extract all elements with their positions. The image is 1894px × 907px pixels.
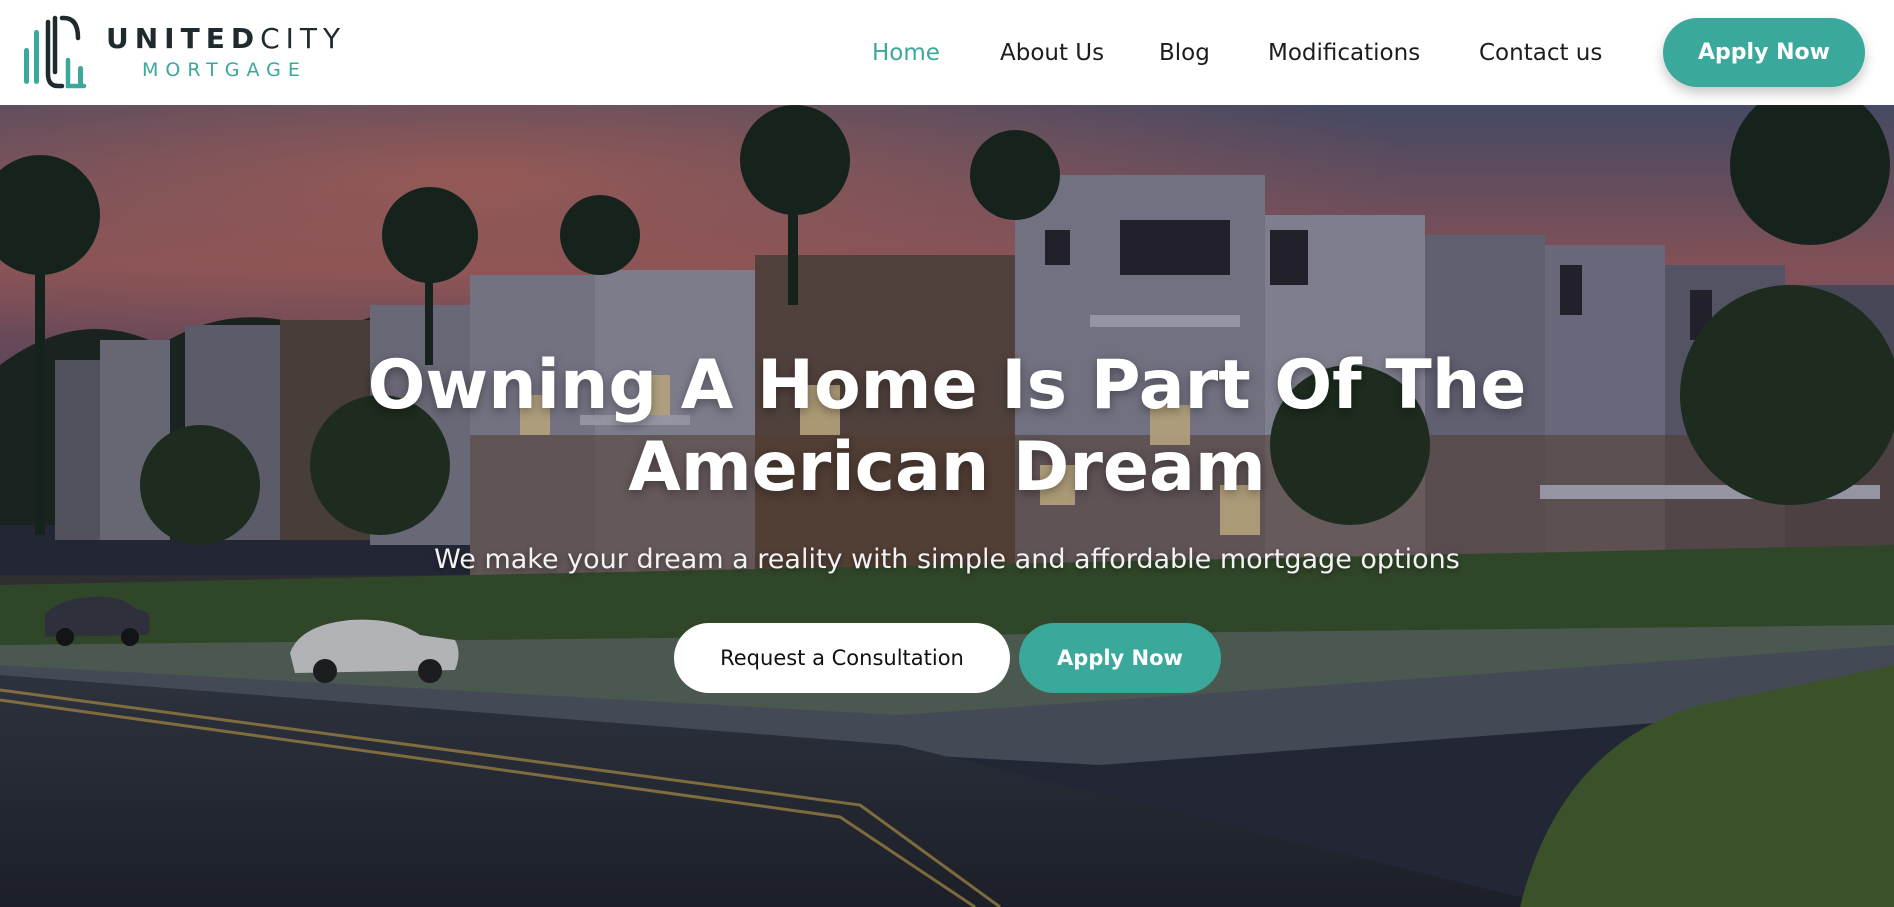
hero-apply-now-button[interactable]: Apply Now [1019, 623, 1221, 693]
nav-item-modifications[interactable]: Modifications [1268, 38, 1420, 68]
header-apply-now-button[interactable]: Apply Now [1663, 18, 1865, 87]
main-nav: Home About Us Blog Modifications Contact… [0, 0, 1894, 105]
nav-item-about-us[interactable]: About Us [1000, 38, 1104, 68]
hero-subtitle: We make your dream a reality with simple… [434, 544, 1460, 575]
hero-section: Owning A Home Is Part Of The American Dr… [0, 105, 1894, 907]
nav-item-home[interactable]: Home [872, 38, 940, 68]
nav-item-blog[interactable]: Blog [1159, 38, 1210, 68]
request-consultation-button[interactable]: Request a Consultation [674, 623, 1010, 693]
hero-title-line-1: Owning A Home Is Part Of The [367, 346, 1527, 425]
site-header: UNITED CITY MORTGAGE Home About Us Blog … [0, 0, 1894, 105]
nav-item-contact-us[interactable]: Contact us [1479, 38, 1602, 68]
hero-title-line-2: American Dream [628, 428, 1266, 507]
hero-title: Owning A Home Is Part Of The American Dr… [347, 345, 1547, 509]
